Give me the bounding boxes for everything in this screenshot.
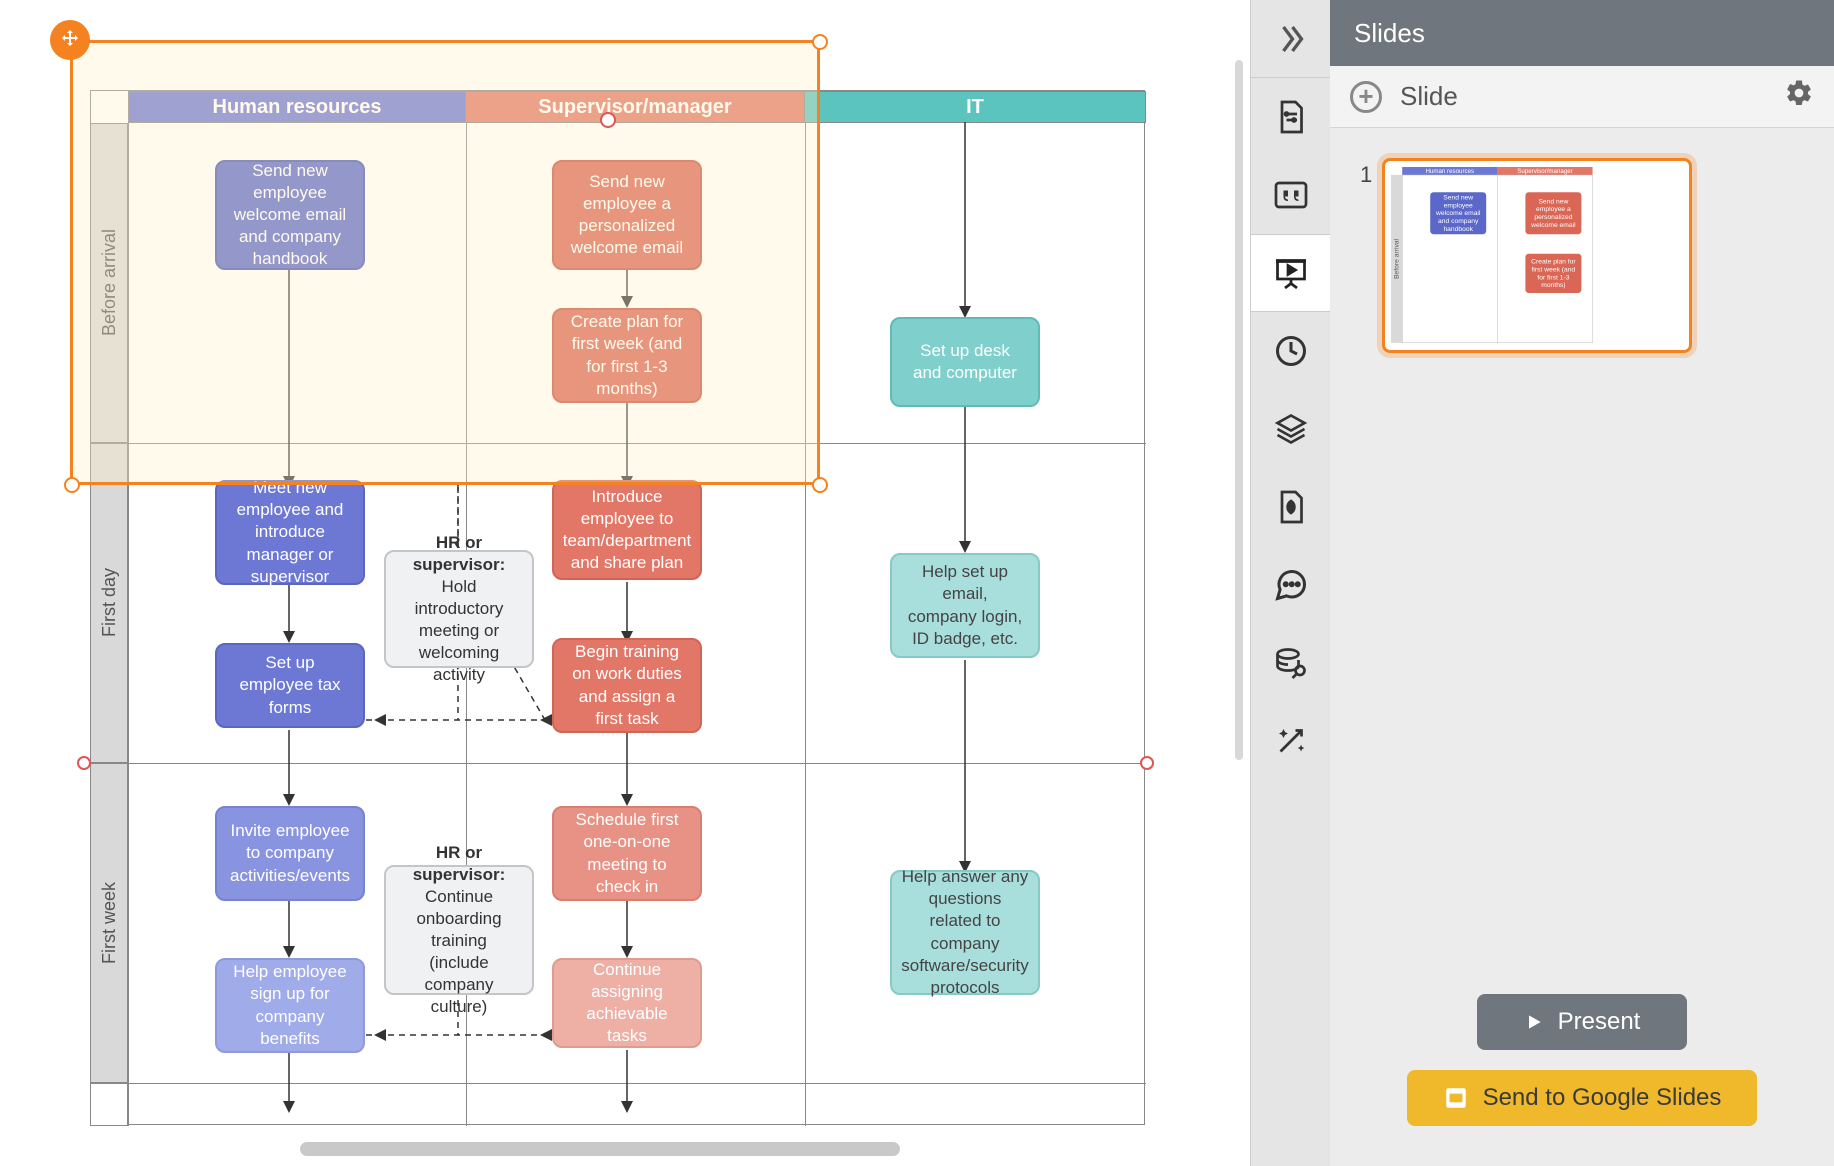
node-hr-tax-forms[interactable]: Set up employee tax forms xyxy=(215,643,365,728)
slide-number: 1 xyxy=(1360,162,1372,188)
node-intro-meeting[interactable]: HR or supervisor: Hold introductory meet… xyxy=(384,550,534,668)
horizontal-scrollbar[interactable] xyxy=(300,1142,900,1156)
add-slide-label[interactable]: Slide xyxy=(1400,81,1458,112)
row-label-first-week[interactable]: First week xyxy=(90,763,128,1083)
gear-icon[interactable] xyxy=(1784,78,1814,115)
send-to-google-slides-button[interactable]: Send to Google Slides xyxy=(1407,1070,1757,1126)
thumb-node: Create plan for first week (and for firs… xyxy=(1526,254,1582,293)
resize-handle-se[interactable] xyxy=(812,477,828,493)
node-it-setup-email[interactable]: Help set up email, company login, ID bad… xyxy=(890,553,1040,658)
data-link-icon[interactable] xyxy=(1251,624,1331,702)
presentation-icon[interactable] xyxy=(1251,234,1331,312)
slide-thumbnail-1[interactable]: Human resources Supervisor/manager Befor… xyxy=(1382,158,1692,353)
body-text: Hold introductory meeting or welcoming a… xyxy=(415,577,504,684)
row-midpoint-right[interactable] xyxy=(1140,756,1154,770)
resize-handle-sw[interactable] xyxy=(64,477,80,493)
thumb-col-sm: Supervisor/manager xyxy=(1498,167,1593,175)
node-hr-welcome-email[interactable]: Send new employee welcome email and comp… xyxy=(215,160,365,270)
thumb-node: Send new employee welcome email and comp… xyxy=(1430,192,1486,234)
slide-thumbnails: 1 Human resources Supervisor/manager Bef… xyxy=(1330,128,1834,974)
row-label-empty xyxy=(90,1083,128,1126)
node-sm-create-plan[interactable]: Create plan for first week (and for firs… xyxy=(552,308,702,403)
layers-icon[interactable] xyxy=(1251,390,1331,468)
thumb-node: Send new employee a personalized welcome… xyxy=(1526,192,1582,234)
row-midpoint-left[interactable] xyxy=(77,756,91,770)
comments-icon[interactable] xyxy=(1251,546,1331,624)
column-header-supervisor[interactable]: Supervisor/manager xyxy=(466,91,805,123)
node-hr-invite-activities[interactable]: Invite employee to company activities/ev… xyxy=(215,806,365,901)
row-label-first-day[interactable]: First day xyxy=(90,443,128,763)
node-sm-assign-tasks[interactable]: Continue assigning achievable tasks xyxy=(552,958,702,1048)
add-slide-icon[interactable]: + xyxy=(1350,81,1382,113)
node-hr-meet-employee[interactable]: Meet new employee and introduce manager … xyxy=(215,480,365,585)
node-sm-begin-training[interactable]: Begin training on work duties and assign… xyxy=(552,638,702,733)
row-label-before-arrival[interactable]: Before arrival xyxy=(90,123,128,443)
thumb-col-hr: Human resources xyxy=(1402,167,1497,175)
context-toolbar xyxy=(1250,0,1330,1166)
vertical-scrollbar[interactable] xyxy=(1235,60,1243,760)
page-settings-icon[interactable] xyxy=(1251,78,1331,156)
bold-label: HR or supervisor: xyxy=(413,533,506,574)
slides-panel: Slides + Slide 1 Human resources Supervi… xyxy=(1330,0,1834,1166)
bold-label: HR or supervisor: xyxy=(413,843,506,884)
present-label: Present xyxy=(1558,1008,1641,1036)
node-sm-one-on-one[interactable]: Schedule first one-on-one meeting to che… xyxy=(552,806,702,901)
node-hr-benefits[interactable]: Help employee sign up for company benefi… xyxy=(215,958,365,1053)
row-text: First week xyxy=(99,882,120,964)
node-it-questions[interactable]: Help answer any questions related to com… xyxy=(890,870,1040,995)
panel-buttons: Present Send to Google Slides xyxy=(1330,974,1834,1166)
node-continue-onboarding[interactable]: HR or supervisor: Continue onboarding tr… xyxy=(384,865,534,995)
move-handle-icon[interactable] xyxy=(50,20,90,60)
panel-title: Slides xyxy=(1330,0,1834,66)
magic-icon[interactable] xyxy=(1251,702,1331,780)
row-text: Before arrival xyxy=(99,229,120,336)
row-text: First day xyxy=(99,568,120,637)
gslides-label: Send to Google Slides xyxy=(1483,1084,1722,1112)
node-it-setup-desk[interactable]: Set up desk and computer xyxy=(890,317,1040,407)
node-sm-welcome-email[interactable]: Send new employee a personalized welcome… xyxy=(552,160,702,270)
add-slide-row: + Slide xyxy=(1330,66,1834,128)
present-button[interactable]: Present xyxy=(1477,994,1687,1050)
quote-icon[interactable] xyxy=(1251,156,1331,234)
node-sm-introduce[interactable]: Introduce employee to team/department an… xyxy=(552,480,702,580)
resize-handle-ne[interactable] xyxy=(812,34,828,50)
thumb-row: Before arrival xyxy=(1393,239,1401,279)
midpoint-handle-top[interactable] xyxy=(600,112,616,128)
column-header-it[interactable]: IT xyxy=(805,91,1146,123)
theme-icon[interactable] xyxy=(1251,468,1331,546)
column-header-hr[interactable]: Human resources xyxy=(128,91,466,123)
canvas[interactable]: Human resources Supervisor/manager IT Be… xyxy=(0,0,1250,1166)
collapse-icon[interactable] xyxy=(1251,0,1331,78)
history-icon[interactable] xyxy=(1251,312,1331,390)
body-text: Continue onboarding training (include co… xyxy=(416,887,501,1016)
